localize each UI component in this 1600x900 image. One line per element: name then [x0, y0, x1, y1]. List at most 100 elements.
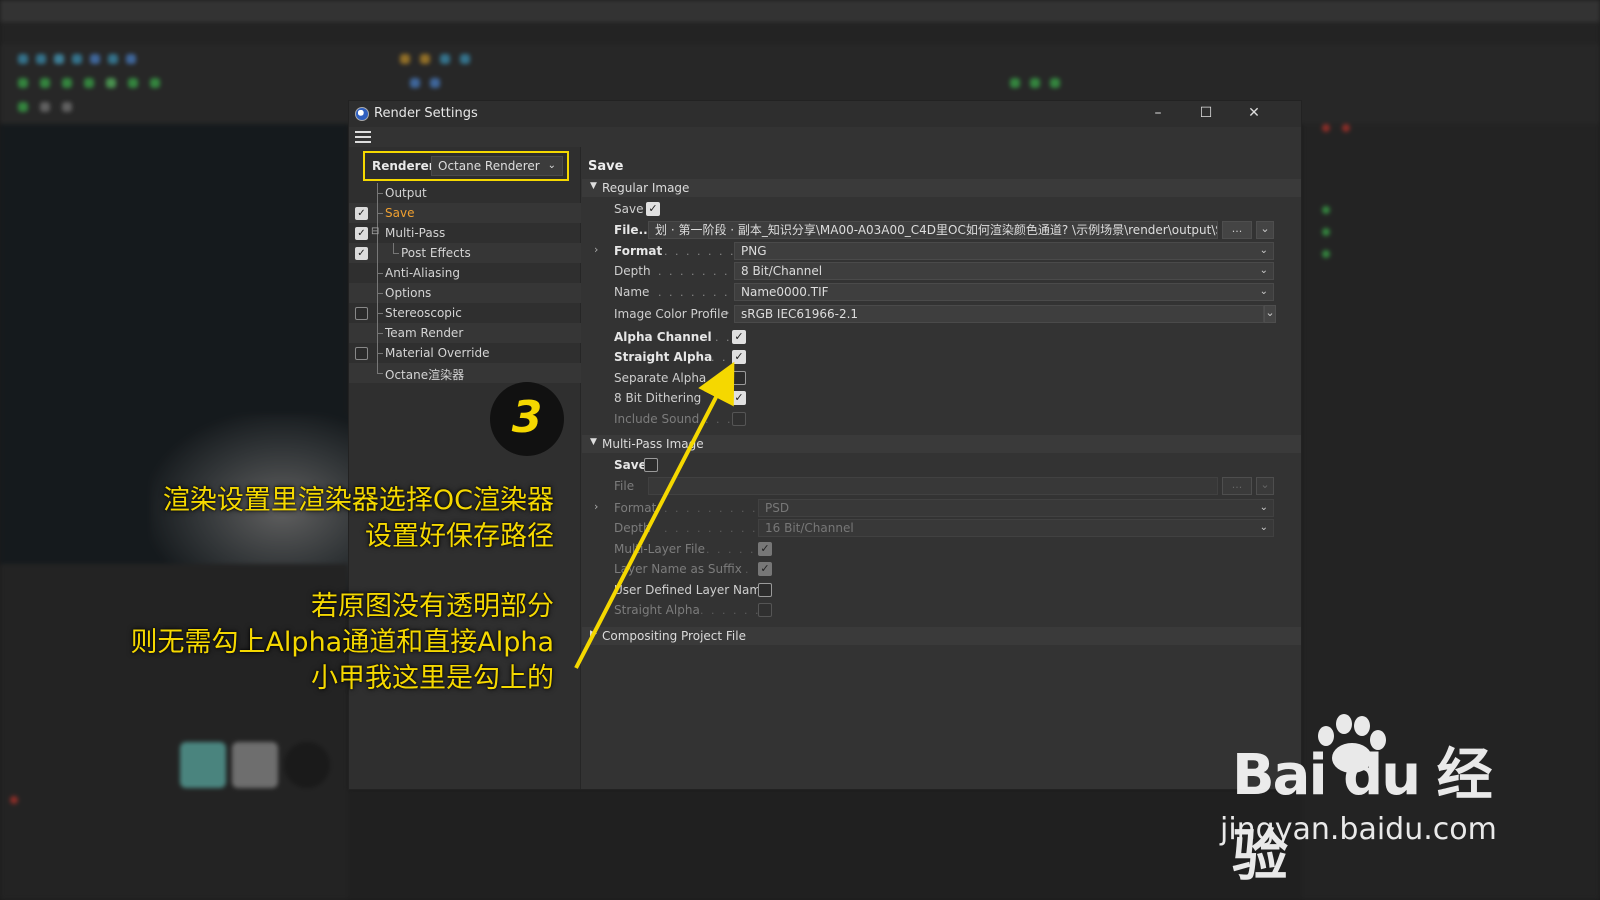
multipass-save-row: Save — [582, 455, 1301, 475]
separate-alpha-row: Separate Alpha — [582, 368, 1301, 388]
annotation-note-line: 渲染设置里渲染器选择OC渲染器 — [162, 485, 554, 516]
multipass-browse-button[interactable]: ... — [1222, 477, 1252, 495]
multipass-save-checkbox[interactable] — [644, 458, 658, 472]
color-profile-row: Image Color Profile › sRGB IEC61966-2.1 … — [582, 304, 1301, 324]
multipass-depth-dropdown[interactable]: 16 Bit/Channel ⌄ — [758, 519, 1274, 537]
tree-item-team-render[interactable]: Team Render — [349, 323, 581, 343]
tree-item-output[interactable]: Output — [349, 183, 581, 203]
group-compositing-project-file[interactable]: ▶ Compositing Project File — [582, 627, 1301, 645]
chevron-down-icon: ⌄ — [1259, 286, 1268, 297]
user-layer-checkbox[interactable] — [758, 583, 772, 597]
browse-button[interactable]: ... — [1222, 221, 1252, 239]
tree-checkbox[interactable]: ✓ — [355, 247, 368, 260]
tree-item-post-effects[interactable]: ✓ Post Effects — [349, 243, 581, 263]
user-layer-label: User Defined Layer Name — [614, 583, 769, 597]
multipass-depth-label: Depth — [614, 521, 651, 535]
chevron-down-icon[interactable]: ⌄ — [1256, 221, 1274, 239]
multipass-file-label: File — [614, 479, 635, 493]
file-label[interactable]: File... — [614, 223, 652, 237]
multipass-format-row: › Format . . . . . . . . . PSD ⌄ — [582, 498, 1301, 518]
format-value: PNG — [741, 244, 767, 258]
name-dropdown[interactable]: Name0000.TIF ⌄ — [734, 283, 1274, 301]
triangle-down-icon: ▼ — [590, 437, 597, 447]
straight-alpha-checkbox[interactable]: ✓ — [732, 350, 746, 364]
format-row: › Format . . . . . . . PNG ⌄ — [582, 241, 1301, 261]
include-sound-checkbox[interactable] — [732, 412, 746, 426]
dithering-label: 8 Bit Dithering — [614, 391, 702, 405]
group-multi-pass-image[interactable]: ▼ Multi-Pass Image — [582, 435, 1301, 453]
separate-alpha-checkbox[interactable] — [732, 371, 746, 385]
tree-checkbox[interactable] — [355, 307, 368, 320]
tree-item-options[interactable]: Options — [349, 283, 581, 303]
include-sound-row: Include Sound . . . . — [582, 409, 1301, 429]
tree-item-anti-aliasing[interactable]: Anti-Aliasing — [349, 263, 581, 283]
format-dropdown[interactable]: PNG ⌄ — [734, 242, 1274, 260]
minimize-button[interactable]: – — [1135, 101, 1181, 127]
leader-dots: . . . — [704, 331, 732, 344]
maximize-button[interactable]: ☐ — [1183, 101, 1229, 127]
alpha-channel-checkbox[interactable]: ✓ — [732, 330, 746, 344]
multipass-file-input[interactable] — [648, 477, 1218, 495]
baidu-logo-text: Bai du 经验 — [1232, 743, 1493, 889]
depth-row: Depth . . . . . . . . . 8 Bit/Channel ⌄ — [582, 261, 1301, 281]
layer-suffix-row: Layer Name as Suffix . . ✓ — [582, 559, 1301, 579]
tree-item-octane-renderer[interactable]: Octane渲染器 — [349, 363, 581, 383]
bg-title-bar — [0, 0, 1600, 22]
tree-item-label: Material Override — [385, 346, 490, 360]
leader-dots: . . . . — [694, 413, 733, 426]
multipass-save-label: Save — [614, 458, 647, 472]
tree-checkbox[interactable] — [355, 347, 368, 360]
renderer-dropdown-value: Octane Renderer — [438, 159, 540, 173]
triangle-down-icon: ▼ — [590, 181, 597, 191]
layer-suffix-checkbox[interactable]: ✓ — [758, 562, 772, 576]
chevron-down-icon[interactable]: ⌄ — [1256, 477, 1274, 495]
tree-item-label: Octane渲染器 — [385, 368, 465, 382]
renderer-dropdown[interactable]: Octane Renderer ⌄ — [431, 156, 563, 176]
chevron-down-icon: ⌄ — [1259, 502, 1268, 513]
depth-label: Depth — [614, 264, 651, 278]
alpha-channel-label: Alpha Channel — [614, 330, 712, 344]
leader-dots: . . — [734, 563, 751, 576]
multipass-format-dropdown[interactable]: PSD ⌄ — [758, 499, 1274, 517]
user-layer-row: User Defined Layer Name — [582, 580, 1301, 600]
separate-alpha-label: Separate Alpha — [614, 371, 707, 385]
tree-item-label: Output — [385, 186, 427, 200]
bg-menu-bar — [0, 22, 1600, 44]
bg-timeline — [348, 790, 1302, 900]
tree-checkbox[interactable]: ✓ — [355, 207, 368, 220]
dithering-checkbox[interactable]: ✓ — [732, 391, 746, 405]
multilayer-checkbox[interactable]: ✓ — [758, 542, 772, 556]
dialog-title-bar[interactable]: Render Settings – ☐ ✕ — [349, 101, 1301, 127]
straight-alpha-row: Straight Alpha . . . . ✓ — [582, 347, 1301, 367]
chevron-right-icon[interactable]: › — [725, 306, 729, 319]
multipass-straight-alpha-label: Straight Alpha — [614, 603, 700, 617]
tree-item-multi-pass[interactable]: ✓ ⊟ Multi-Pass — [349, 223, 581, 243]
group-regular-image[interactable]: ▼ Regular Image — [582, 179, 1301, 197]
group-label: Regular Image — [602, 181, 690, 195]
file-path-input[interactable]: 划 · 第一阶段 · 副本_知识分享\MA00-A03A00_C4D里OC如何渲… — [648, 221, 1218, 239]
hamburger-menu-icon[interactable] — [355, 131, 371, 145]
tree-item-stereoscopic[interactable]: Stereoscopic — [349, 303, 581, 323]
color-profile-field[interactable]: sRGB IEC61966-2.1 — [734, 305, 1264, 323]
tree-checkbox[interactable]: ✓ — [355, 227, 368, 240]
cinema4d-app-icon — [355, 107, 369, 121]
tree-item-material-override[interactable]: Material Override — [349, 343, 581, 363]
save-settings-panel: Save ▼ Regular Image Save ✓ File... 划 · … — [582, 147, 1301, 789]
dialog-title: Render Settings — [374, 106, 478, 121]
alpha-channel-row: Alpha Channel . . . ✓ — [582, 327, 1301, 347]
chevron-right-icon[interactable]: › — [594, 500, 598, 513]
close-button[interactable]: ✕ — [1231, 101, 1277, 127]
chevron-down-icon: ⌄ — [1259, 522, 1268, 533]
tree-item-save[interactable]: ✓ Save — [349, 203, 581, 223]
regular-save-checkbox[interactable]: ✓ — [646, 202, 660, 216]
annotation-note-line: 设置好保存路径 — [365, 521, 554, 552]
multipass-straight-alpha-row: Straight Alpha . . . . . . — [582, 600, 1301, 620]
depth-dropdown[interactable]: 8 Bit/Channel ⌄ — [734, 262, 1274, 280]
include-sound-label: Include Sound — [614, 412, 700, 426]
chevron-right-icon[interactable]: › — [594, 243, 598, 256]
multipass-straight-alpha-checkbox[interactable] — [758, 603, 772, 617]
tree-item-label: Team Render — [385, 326, 464, 340]
chevron-down-icon[interactable]: ⌄ — [1264, 305, 1276, 323]
collapse-icon[interactable]: ⊟ — [371, 226, 379, 237]
baidu-watermark: Bai du 经验 jingyan.baidu.com — [1220, 712, 1520, 889]
